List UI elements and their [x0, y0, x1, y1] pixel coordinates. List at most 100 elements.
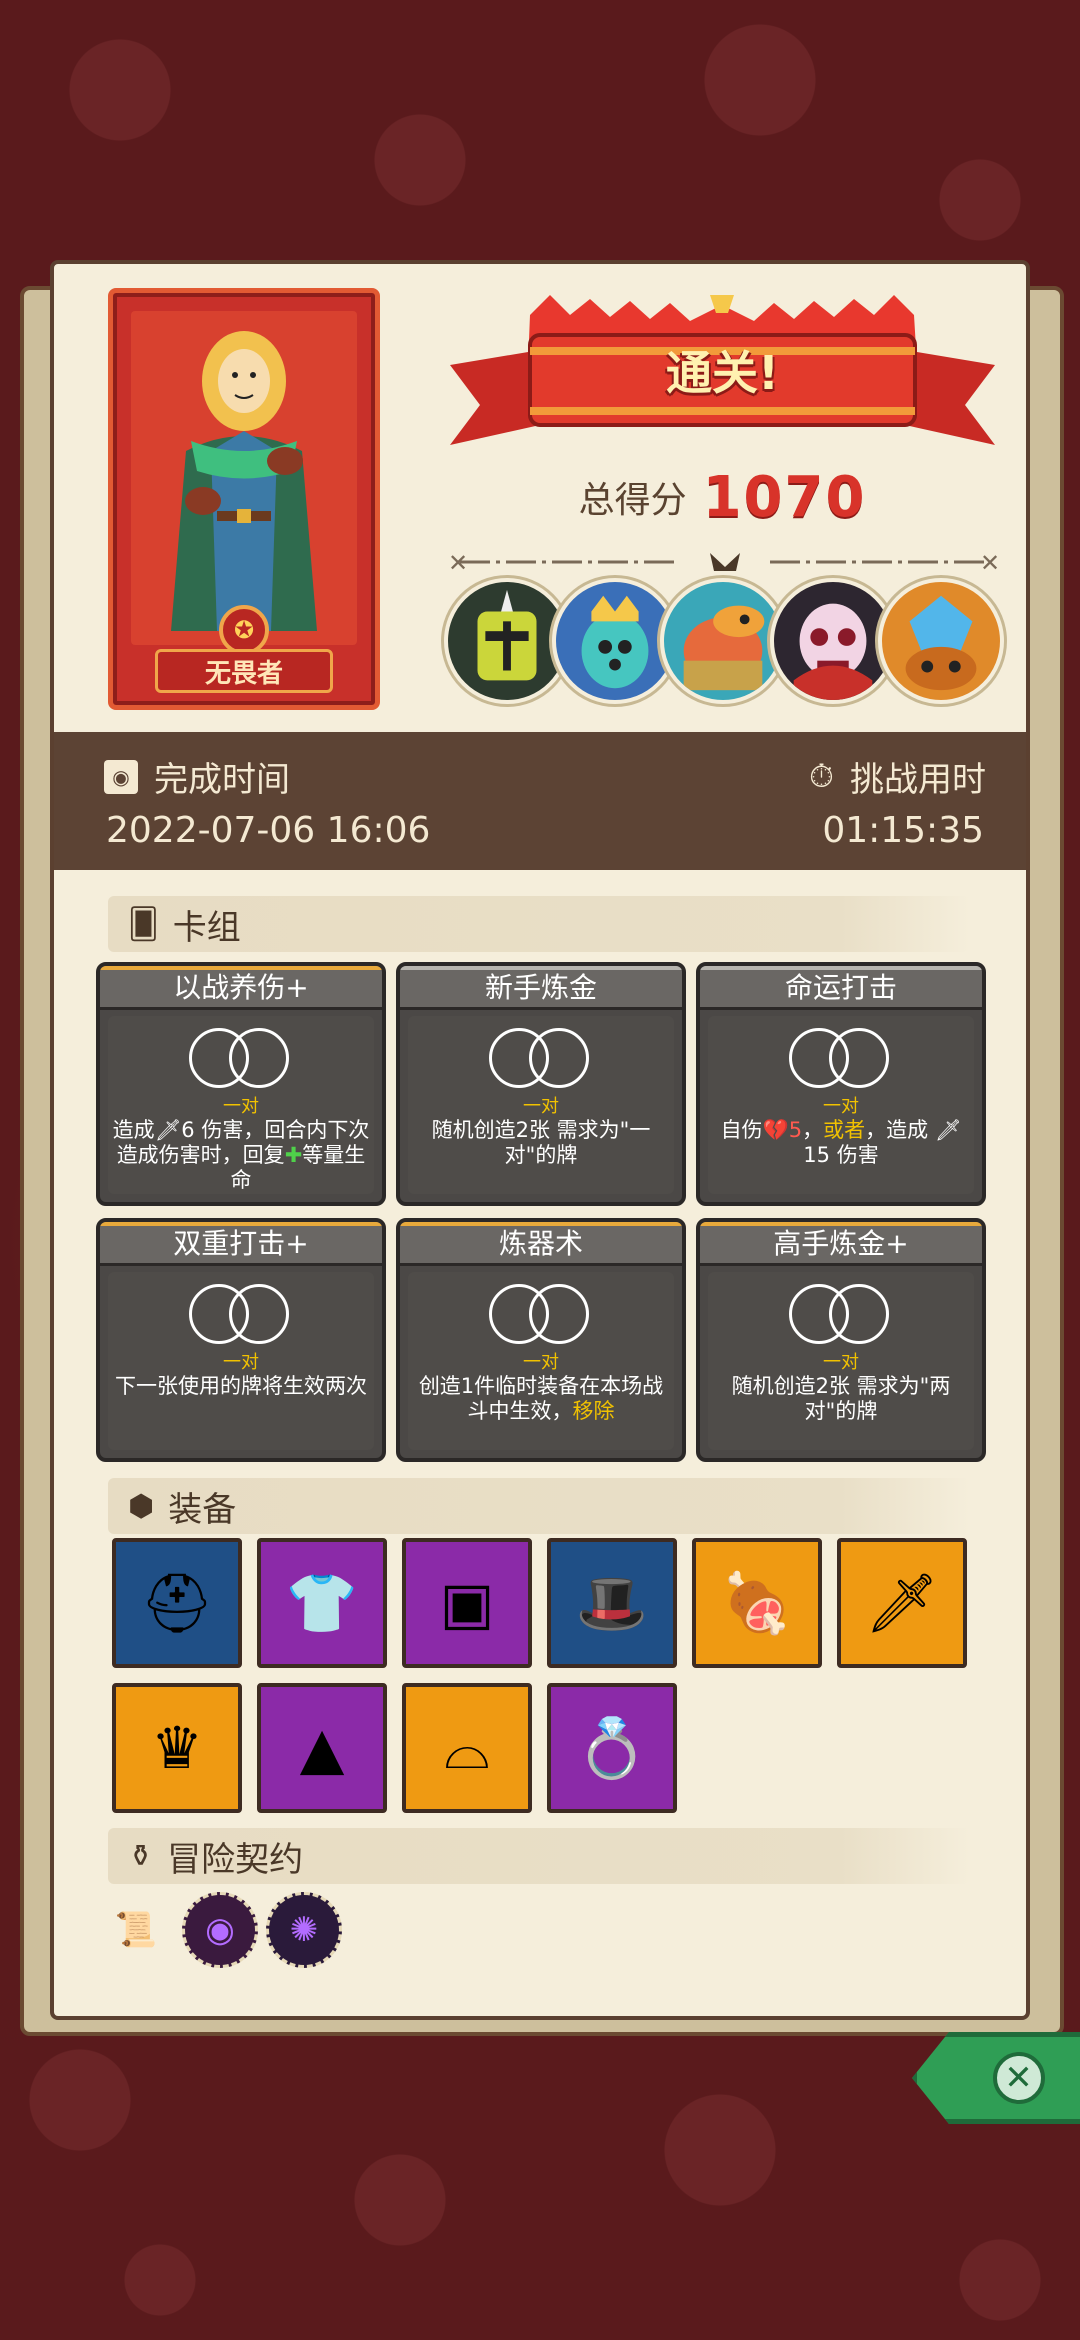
red-hood-icon: ⌓	[444, 1713, 490, 1782]
equipment-golden-helmet[interactable]: ⛑	[112, 1538, 242, 1668]
card-description-part: 💔5	[762, 1118, 803, 1142]
ham-meat-icon: 🍖	[720, 1568, 794, 1637]
boss-divider: ✕ ✕	[448, 549, 1000, 577]
card-description-part: ，	[802, 1118, 824, 1142]
duration-value: 01:15:35	[822, 810, 984, 851]
equipment-golden-crown[interactable]: ♛	[112, 1683, 242, 1813]
card-requirement: 一对	[523, 1096, 559, 1117]
boss-portrait-lizard[interactable]	[660, 578, 786, 704]
card-description: 自伤💔5，或者，造成 🗡15 伤害	[710, 1118, 972, 1168]
deck-card[interactable]: 以战养伤+ 一对 造成🗡6 伤害，回合内下次造成伤害时，回复✚等量生命	[96, 962, 386, 1206]
cheese-wedge-icon: ▲	[299, 1714, 345, 1782]
pair-rings-icon	[789, 1028, 893, 1088]
gem-ring-icon: 💍	[575, 1713, 649, 1782]
equipment-cheese-wedge[interactable]: ▲	[257, 1683, 387, 1813]
dark-vortex-contract-icon: ✺	[289, 1910, 319, 1950]
blue-tunic-icon: 👕	[285, 1568, 359, 1637]
card-description-part: 或者	[823, 1118, 866, 1142]
defeated-bosses	[440, 578, 1010, 708]
purple-eye-contract-icon: ◉	[205, 1910, 235, 1950]
close-icon: ✕	[992, 2052, 1045, 2104]
equipment-gem-ring[interactable]: 💍	[547, 1683, 677, 1813]
card-description: 随机创造2张 需求为"两对"的牌	[710, 1374, 972, 1424]
contracts-section-header: ⚱ 冒险契约	[108, 1828, 970, 1884]
scroll-contract-icon: 📜	[114, 1910, 158, 1950]
card-description-part: ✚	[284, 1143, 303, 1167]
card-requirement: 一对	[223, 1352, 259, 1373]
card-description: 造成🗡6 伤害，回合内下次造成伤害时，回复✚等量生命	[110, 1118, 372, 1193]
equipment-blue-serrated-blade[interactable]: 🗡	[837, 1538, 967, 1668]
duration-label-group: ⏱ 挑战用时	[809, 752, 986, 801]
equipment-magic-hat-dice[interactable]: 🎩	[547, 1538, 677, 1668]
finish-time-value: 2022-07-06 16:06	[106, 810, 431, 851]
card-title: 高手炼金+	[700, 1222, 982, 1266]
card-requirement: 一对	[523, 1352, 559, 1373]
pair-rings-icon	[189, 1284, 293, 1344]
equipment-section-header: ⬢ 装备	[108, 1478, 970, 1534]
card-description-part: 随机创造2张 需求为"一对"的牌	[431, 1118, 651, 1167]
hero-portrait-art	[171, 331, 317, 631]
card-description-part: 随机创造2张 需求为"两对"的牌	[731, 1374, 951, 1423]
card-description: 下一张使用的牌将生效两次	[110, 1374, 372, 1399]
card-requirement: 一对	[823, 1096, 859, 1117]
equipment-blue-tunic[interactable]: 👕	[257, 1538, 387, 1668]
star-emblem-icon: ✪	[219, 605, 269, 655]
magic-hat-dice-icon: 🎩	[575, 1568, 649, 1637]
score-row: 总得分 1070	[450, 462, 995, 532]
card-description: 随机创造2张 需求为"一对"的牌	[410, 1118, 672, 1168]
boss-portrait-crystal-golem[interactable]	[878, 578, 1004, 704]
clear-banner: 通关!	[450, 291, 995, 465]
cube-icon: ⬢	[128, 1488, 155, 1524]
pair-rings-icon	[789, 1284, 893, 1344]
card-requirement: 一对	[223, 1096, 259, 1117]
duration-label: 挑战用时	[850, 760, 986, 800]
pair-rings-icon	[189, 1028, 293, 1088]
dark-vortex-contract[interactable]: ✺	[266, 1892, 342, 1968]
card-title: 新手炼金	[400, 966, 682, 1010]
stopwatch-icon: ⏱	[809, 757, 834, 795]
blue-serrated-blade-icon: 🗡	[865, 1568, 939, 1637]
contracts-section-title: 冒险契约	[167, 1839, 304, 1880]
finish-time-label: 完成时间	[154, 760, 290, 800]
hero-card[interactable]: ✪ 无畏者	[108, 288, 380, 710]
equipment-metal-cube[interactable]: ▣	[402, 1538, 532, 1668]
card-description: 创造1件临时装备在本场战斗中生效，移除	[410, 1374, 672, 1424]
cards-icon: 🂠	[128, 906, 159, 942]
card-title: 炼器术	[400, 1222, 682, 1266]
deck-section-title: 卡组	[172, 907, 241, 948]
scroll-contract[interactable]: 📜	[98, 1892, 174, 1968]
deck-section-header: 🂠 卡组	[108, 896, 970, 952]
hero-portrait	[131, 311, 357, 645]
card-title: 命运打击	[700, 966, 982, 1010]
golden-helmet-icon: ⛑	[140, 1568, 214, 1637]
card-description-part: 自伤	[720, 1118, 763, 1142]
time-bar: ◉ 完成时间 2022-07-06 16:06 ⏱ 挑战用时 01:15:35	[54, 732, 1026, 870]
hero-name: 无畏者	[155, 649, 333, 693]
svg-text:✕: ✕	[980, 549, 1000, 577]
clear-title: 通关!	[666, 346, 779, 400]
seal-icon: ⚱	[128, 1838, 154, 1874]
equipment-red-hood[interactable]: ⌓	[402, 1683, 532, 1813]
deck-card[interactable]: 双重打击+ 一对 下一张使用的牌将生效两次	[96, 1218, 386, 1462]
finish-time-label-group: ◉ 完成时间	[104, 752, 290, 801]
score-value: 1070	[702, 464, 867, 530]
golden-crown-icon: ♛	[151, 1714, 203, 1782]
card-description-part: 下一张使用的牌将生效两次	[115, 1374, 367, 1398]
deck-card[interactable]: 命运打击一对 自伤💔5，或者，造成 🗡15 伤害	[696, 962, 986, 1206]
card-title: 双重打击+	[100, 1222, 382, 1266]
card-description-part: 造成	[112, 1118, 155, 1142]
equipment-ham-meat[interactable]: 🍖	[692, 1538, 822, 1668]
card-description-part: 创造1件临时装备在本场战斗中生效，	[418, 1374, 664, 1423]
score-label: 总得分	[578, 480, 687, 521]
deck-card[interactable]: 炼器术一对 创造1件临时装备在本场战斗中生效，移除	[396, 1218, 686, 1462]
film-icon: ◉	[104, 759, 138, 794]
card-requirement: 一对	[823, 1352, 859, 1373]
purple-eye-contract[interactable]: ◉	[182, 1892, 258, 1968]
deck-card[interactable]: 高手炼金+ 一对 随机创造2张 需求为"两对"的牌	[696, 1218, 986, 1462]
pair-rings-icon	[489, 1284, 593, 1344]
card-title: 以战养伤+	[100, 966, 382, 1010]
metal-cube-icon: ▣	[439, 1569, 495, 1637]
card-description-part: 移除	[572, 1399, 615, 1423]
svg-text:✕: ✕	[448, 549, 468, 577]
deck-card[interactable]: 新手炼金一对 随机创造2张 需求为"一对"的牌	[396, 962, 686, 1206]
